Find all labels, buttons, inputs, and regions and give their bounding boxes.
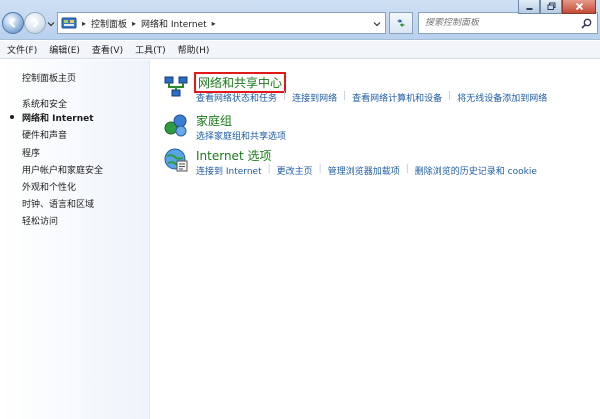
minimize-button[interactable] <box>518 0 540 14</box>
sidebar-control-panel-home[interactable]: 控制面板主页 <box>22 71 76 84</box>
current-item-bullet <box>10 115 14 119</box>
delete-history-link[interactable]: 删除浏览的历史记录和 cookie <box>415 164 537 177</box>
internet-options-icon <box>164 148 188 172</box>
close-button[interactable] <box>562 0 596 14</box>
task-separator: | <box>267 164 271 174</box>
connect-to-network-link[interactable]: 连接到网络 <box>292 91 337 104</box>
manage-addons-link[interactable]: 管理浏览器加载项 <box>328 164 400 177</box>
sidebar-item-clock-language[interactable]: 时钟、语言和区域 <box>22 197 94 210</box>
menu-tools[interactable]: 工具(T) <box>130 43 171 56</box>
view-network-status-link[interactable]: 查看网络状态和任务 <box>196 91 277 104</box>
homegroup-icon <box>164 114 187 137</box>
task-separator: | <box>405 164 409 174</box>
arrow-left-icon <box>9 18 16 28</box>
breadcrumb-separator[interactable]: ▸ <box>212 19 216 28</box>
menu-file[interactable]: 文件(F) <box>2 43 42 56</box>
menu-edit[interactable]: 编辑(E) <box>44 43 85 56</box>
menu-view[interactable]: 查看(V) <box>87 43 128 56</box>
left-navigation-pane: 控制面板主页 系统和安全 网络和 Internet 硬件和声音 程序 用户帐户和… <box>0 60 150 419</box>
breadcrumb-network-internet[interactable]: 网络和 Internet <box>141 17 207 30</box>
minimize-icon <box>526 8 532 10</box>
control-panel-icon <box>61 17 77 29</box>
change-homepage-link[interactable]: 更改主页 <box>277 164 313 177</box>
view-network-computers-link[interactable]: 查看网络计算机和设备 <box>352 91 442 104</box>
close-icon <box>575 2 583 11</box>
task-separator: | <box>283 91 287 101</box>
breadcrumb-separator[interactable]: ▸ <box>132 19 136 28</box>
breadcrumb-control-panel[interactable]: 控制面板 <box>91 17 127 30</box>
sidebar-item-programs[interactable]: 程序 <box>22 146 40 159</box>
sidebar-item-network-internet: 网络和 Internet <box>22 114 94 124</box>
arrow-right-icon <box>32 18 39 28</box>
sidebar-item-user-accounts[interactable]: 用户帐户和家庭安全 <box>22 163 103 176</box>
network-sharing-center-icon <box>164 76 188 97</box>
internet-options-tasks: 连接到 Internet | 更改主页 | 管理浏览器加载项 | 删除浏览的历史… <box>196 164 537 177</box>
maximize-button[interactable] <box>540 0 562 14</box>
address-bar[interactable]: ▸ 控制面板 ▸ 网络和 Internet ▸ <box>57 12 386 34</box>
sidebar-item-hardware-sound[interactable]: 硬件和声音 <box>22 128 67 141</box>
window-controls <box>518 0 596 14</box>
menu-bar: 文件(F) 编辑(E) 查看(V) 工具(T) 帮助(H) <box>0 41 600 59</box>
homegroup-options-link[interactable]: 选择家庭组和共享选项 <box>196 129 286 142</box>
search-box <box>418 12 598 34</box>
refresh-button[interactable] <box>389 12 413 34</box>
recent-pages-chevron-icon[interactable] <box>47 20 55 28</box>
homegroup-tasks: 选择家庭组和共享选项 <box>196 129 286 142</box>
homegroup-link[interactable]: 家庭组 <box>196 112 232 129</box>
task-separator: | <box>448 91 452 101</box>
sidebar-item-ease-of-access[interactable]: 轻松访问 <box>22 214 58 227</box>
forward-button[interactable] <box>24 12 46 34</box>
network-sharing-tasks: 查看网络状态和任务 | 连接到网络 | 查看网络计算机和设备 | 将无线设备添加… <box>196 91 547 104</box>
menu-help[interactable]: 帮助(H) <box>173 43 215 56</box>
task-separator: | <box>343 91 347 101</box>
search-icon[interactable] <box>581 18 592 29</box>
connect-to-internet-link[interactable]: 连接到 Internet <box>196 164 262 177</box>
internet-options-link[interactable]: Internet 选项 <box>196 147 271 164</box>
sidebar-item-system-security[interactable]: 系统和安全 <box>22 97 67 110</box>
sidebar-item-appearance[interactable]: 外观和个性化 <box>22 180 76 193</box>
breadcrumb-separator[interactable]: ▸ <box>82 19 86 28</box>
back-button[interactable] <box>2 12 24 34</box>
task-separator: | <box>318 164 322 174</box>
refresh-icon <box>397 19 405 27</box>
search-input[interactable] <box>425 18 575 28</box>
network-sharing-center-link[interactable]: 网络和共享中心 <box>194 72 287 93</box>
add-wireless-device-link[interactable]: 将无线设备添加到网络 <box>457 91 547 104</box>
restore-icon <box>547 2 555 10</box>
address-dropdown-icon[interactable] <box>372 19 382 29</box>
title-bar: ▸ 控制面板 ▸ 网络和 Internet ▸ <box>0 0 600 40</box>
